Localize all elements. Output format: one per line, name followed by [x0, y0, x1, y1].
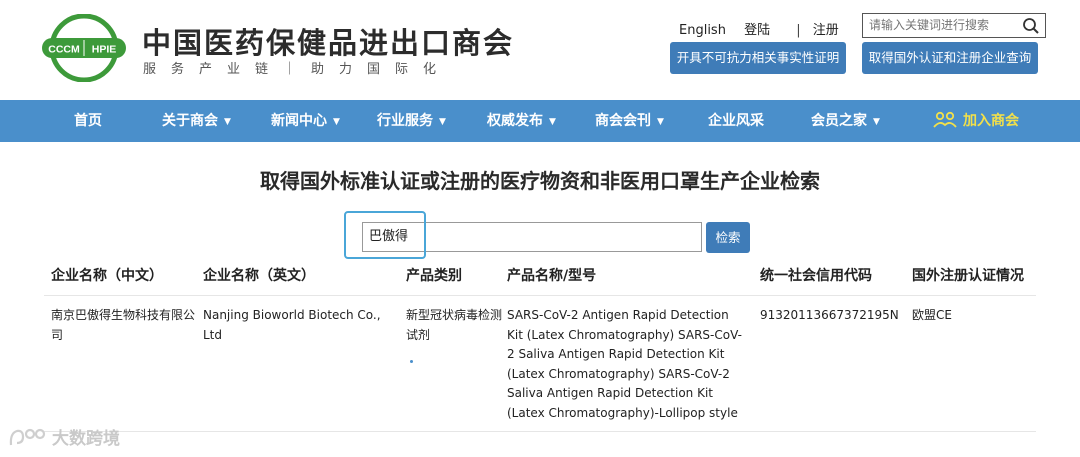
logo-text-right: HPIE	[92, 44, 117, 56]
nav-item-join[interactable]: 加入商会	[933, 100, 1019, 142]
people-icon	[933, 111, 957, 128]
column-header: 企业名称（英文）	[203, 268, 315, 284]
nav-label: 加入商会	[963, 113, 1019, 129]
top-links: English 登陆 | 注册	[679, 19, 839, 38]
row-divider	[44, 431, 1036, 432]
column-header: 企业名称（中文）	[51, 268, 163, 284]
chevron-down-icon: ▼	[333, 117, 340, 127]
header-search	[862, 13, 1046, 38]
nav-label: 首页	[74, 113, 102, 129]
cell-company-cn: 南京巴傲得生物科技有限公司	[51, 308, 196, 342]
nav-label: 新闻中心	[271, 113, 327, 129]
foreign-cert-query-button[interactable]: 取得国外认证和注册企业查询	[862, 42, 1038, 74]
chevron-down-icon: ▼	[549, 117, 556, 127]
nav-item-news[interactable]: 新闻中心 ▼	[271, 100, 340, 142]
site-slogan: 服务产业链｜助力国际化	[143, 62, 452, 77]
chevron-down-icon: ▼	[224, 117, 231, 127]
bullet-dot	[410, 360, 413, 363]
cell-company-en: Nanjing Bioworld Biotech Co., Ltd	[203, 308, 381, 342]
cell-certification: 欧盟CE	[912, 308, 952, 322]
nav-label: 行业服务	[377, 113, 433, 129]
page-title: 取得国外标准认证或注册的医疗物资和非医用口罩生产企业检索	[260, 169, 820, 193]
nav-label: 权威发布	[487, 113, 543, 129]
nav-item-industry-services[interactable]: 行业服务 ▼	[377, 100, 446, 142]
logo-text-left: CCCM	[48, 44, 80, 56]
watermark-text: 大数跨境	[52, 429, 120, 449]
nav-item-members[interactable]: 会员之家 ▼	[811, 100, 880, 142]
nav-label: 商会会刊	[595, 113, 651, 129]
main-nav: 首页 关于商会 ▼ 新闻中心 ▼ 行业服务 ▼ 权威发布 ▼ 商会会刊 ▼ 企业风采 会员…	[0, 100, 1080, 142]
cell-credit-code: 91320113667372195N	[760, 308, 899, 322]
watermark: 大数跨境	[8, 424, 120, 450]
site-header: CCCM HPIE 中国医药保健品进出口商会 服务产业链｜助力国际化 Engli…	[0, 0, 1080, 100]
english-link[interactable]: English	[679, 23, 726, 38]
force-majeure-button[interactable]: 开具不可抗力相关事实性证明	[670, 42, 846, 74]
chevron-down-icon: ▼	[439, 117, 446, 127]
nav-item-home[interactable]: 首页	[74, 100, 102, 142]
header-search-input[interactable]	[863, 14, 1019, 36]
ccpie-logo[interactable]: CCCM HPIE	[42, 14, 126, 82]
nav-label: 会员之家	[811, 113, 867, 129]
column-header: 国外注册认证情况	[912, 268, 1024, 284]
cell-category: 新型冠状病毒检测试剂	[406, 308, 503, 342]
nav-item-about[interactable]: 关于商会 ▼	[162, 100, 231, 142]
nav-item-enterprise[interactable]: 企业风采	[708, 100, 764, 142]
link-divider: |	[796, 23, 801, 38]
column-header: 产品类别	[406, 268, 462, 284]
watermark-logo-icon	[9, 428, 46, 446]
column-header: 产品名称/型号	[507, 268, 597, 284]
chevron-down-icon: ▼	[873, 117, 880, 127]
nav-item-releases[interactable]: 权威发布 ▼	[487, 100, 556, 142]
search-button[interactable]: 检索	[706, 222, 750, 253]
cell-product: SARS-CoV-2 Antigen Rapid Detection Kit (…	[507, 308, 742, 420]
search-highlight-box	[344, 211, 426, 259]
column-header: 统一社会信用代码	[760, 268, 872, 284]
login-link[interactable]: 登陆	[744, 19, 770, 38]
nav-label: 关于商会	[162, 113, 218, 129]
chevron-down-icon: ▼	[657, 117, 664, 127]
site-title: 中国医药保健品进出口商会	[142, 26, 515, 60]
nav-item-journal[interactable]: 商会会刊 ▼	[595, 100, 664, 142]
row-divider	[44, 295, 1036, 296]
register-link[interactable]: 注册	[813, 19, 839, 38]
nav-label: 企业风采	[708, 113, 764, 129]
search-icon[interactable]	[1022, 17, 1040, 35]
